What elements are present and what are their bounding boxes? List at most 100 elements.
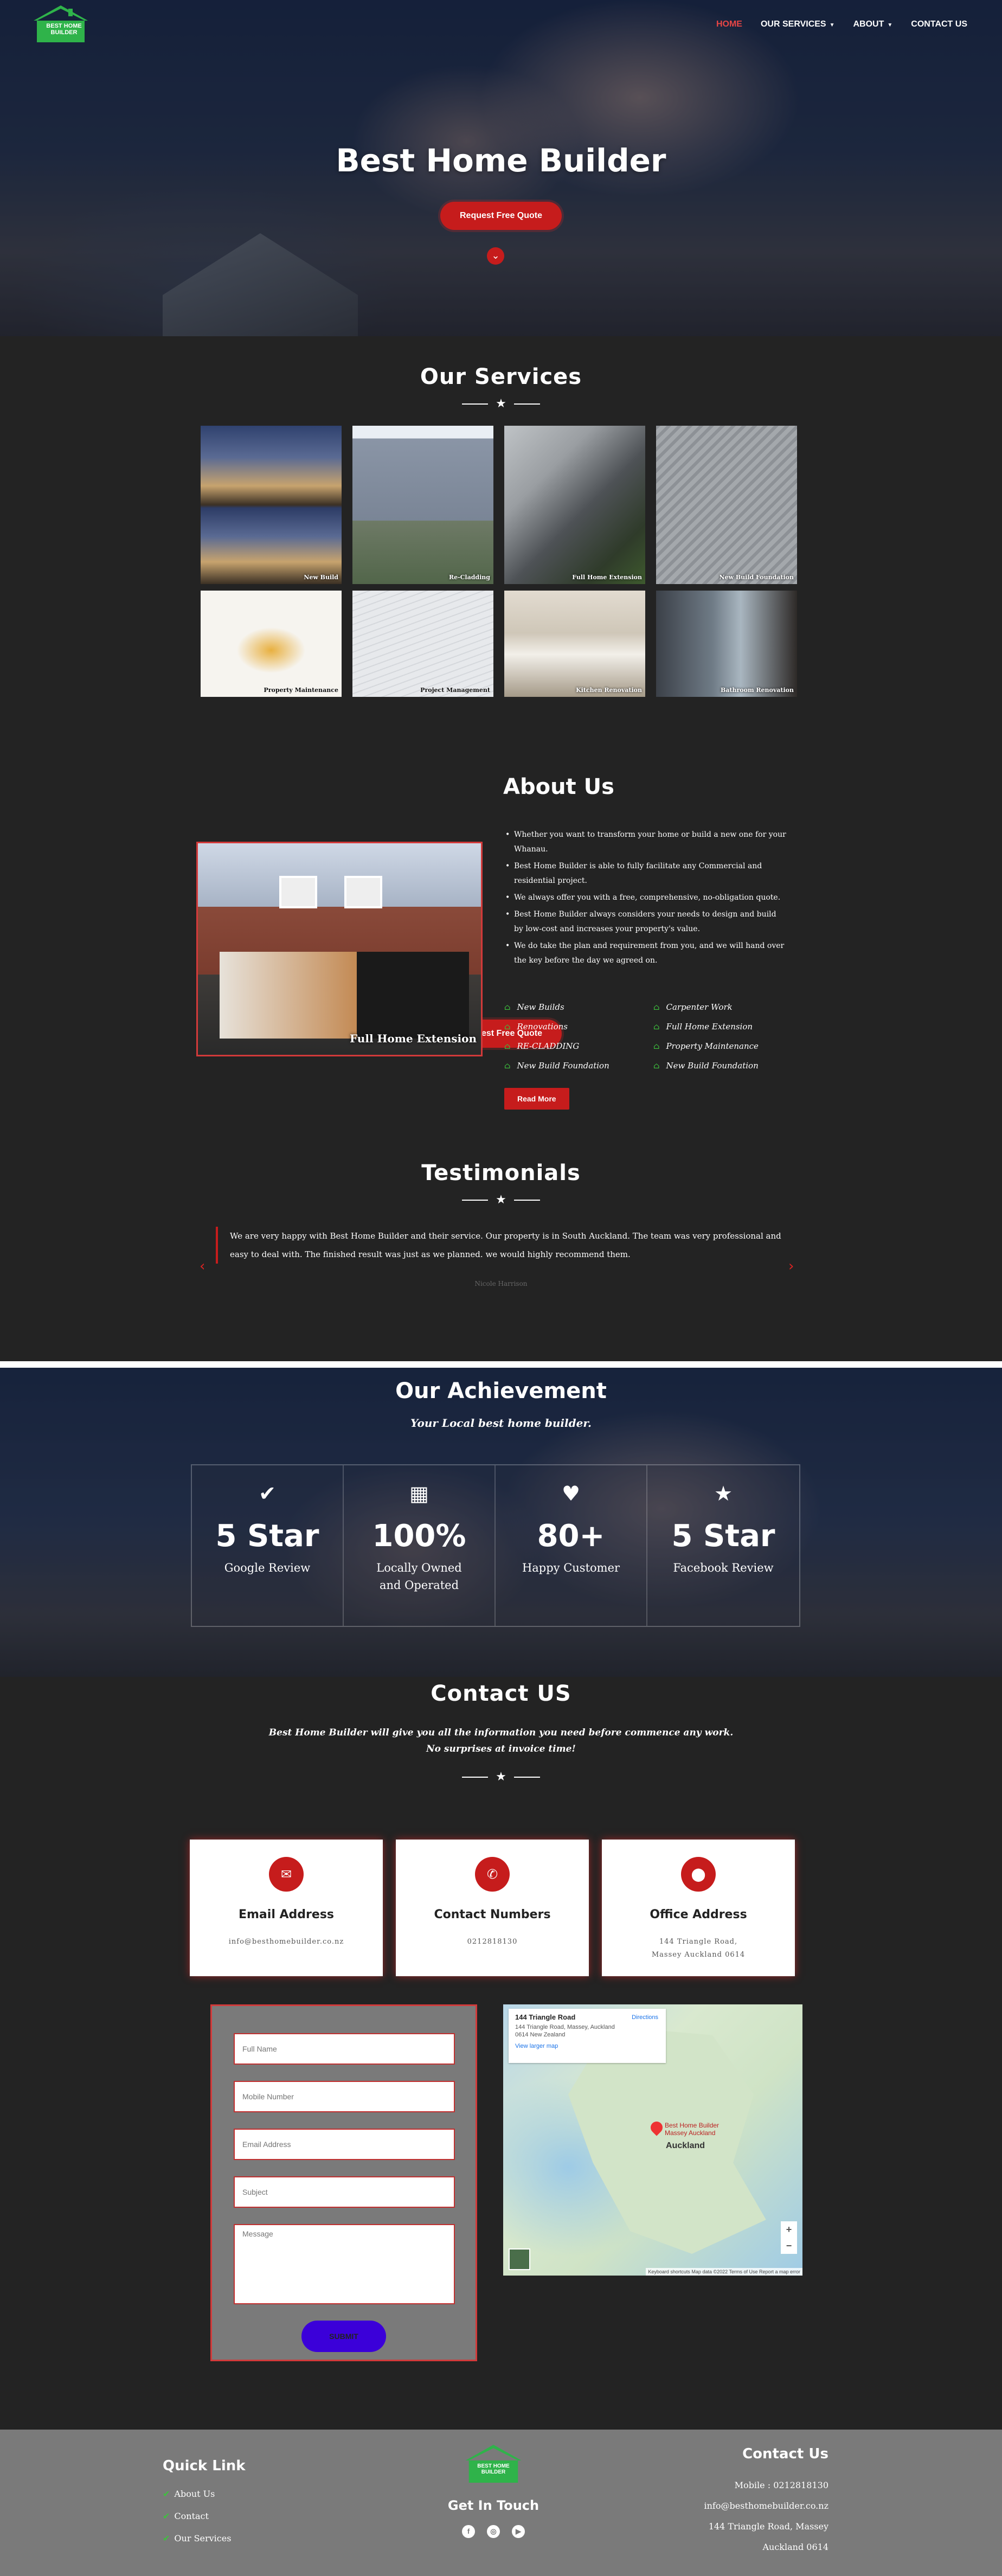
top-navigation: BEST HOME BUILDER HOME OUR SERVICES ▼ ABO… [0, 0, 1002, 54]
map-info-card: 144 Triangle Road 144 Triangle Road, Mas… [509, 2009, 666, 2063]
zoom-in-icon[interactable]: + [781, 2221, 797, 2238]
facebook-icon[interactable]: f [462, 2525, 475, 2538]
footer-link-services[interactable]: ✔ Our Services [163, 2527, 246, 2549]
quick-link-title: Quick Link [163, 2458, 246, 2474]
nav-home-label: HOME [716, 20, 742, 29]
read-more-wrap: Read More [504, 1088, 569, 1110]
contact-title: Contact US [431, 1681, 571, 1706]
directions-link[interactable]: Directions [632, 2014, 658, 2021]
about-title: About Us [503, 774, 614, 799]
youtube-icon[interactable]: ▶ [512, 2525, 525, 2538]
about-bullet: Best Home Builder is able to fully facil… [504, 859, 786, 888]
request-quote-button[interactable]: Request Free Quote [440, 202, 562, 230]
location-pin-icon: ⬤ [681, 1857, 716, 1892]
service-tile-full-home-extension[interactable]: Full Home Extension [504, 426, 645, 584]
services-divider: ★ [0, 398, 1002, 410]
achievement-card: ✔ 5 Star Google Review [192, 1465, 344, 1626]
about-feature-list: ⌂ New Builds ⌂ Carpenter Work ⌂ Renovations… [504, 1002, 792, 1071]
footer-email[interactable]: info@besthomebuilder.co.nz [704, 2496, 828, 2516]
about-bullet: We always offer you with a free, compreh… [504, 890, 786, 905]
service-tile-new-build[interactable]: New Build [201, 426, 342, 584]
nav-home[interactable]: HOME [716, 20, 742, 29]
contact-email-value[interactable]: info@besthomebuilder.co.nz [190, 1936, 383, 1949]
map-pin-label: Best Home Builder Massey Auckland [665, 2122, 720, 2137]
contact-subtitle-line1: Best Home Builder will give you all the … [268, 1727, 734, 1738]
home-icon: ⌂ [653, 1022, 660, 1031]
nav-about-label: ABOUT [853, 20, 884, 29]
home-icon: ⌂ [504, 1041, 511, 1051]
footer-mobile[interactable]: Mobile : 0212818130 [704, 2475, 828, 2496]
site-logo[interactable]: BEST HOME BUILDER [30, 4, 91, 42]
zoom-out-icon[interactable]: − [781, 2238, 797, 2254]
contact-card-heading: Office Address [650, 1908, 747, 1921]
footer-logo[interactable]: BEST HOME BUILDER [462, 2444, 525, 2483]
nav-contact-us[interactable]: CONTACT US [911, 20, 967, 29]
nav-our-services[interactable]: OUR SERVICES ▼ [761, 20, 835, 29]
map-zoom-controls[interactable]: + − [781, 2221, 797, 2254]
feature-item: ⌂ RE-CLADDING [504, 1041, 580, 1051]
view-larger-map-link[interactable]: View larger map [515, 2043, 659, 2049]
service-tile-project-management[interactable]: Project Management [352, 591, 493, 697]
next-arrow-icon[interactable]: › [788, 1258, 794, 1274]
contact-phone-value[interactable]: 0212818130 [396, 1936, 589, 1949]
check-icon: ✔ [163, 2489, 170, 2499]
service-caption: Kitchen Renovation [576, 687, 642, 694]
map-place-address: 144 Triangle Road, Massey, Auckland 0614… [515, 2024, 615, 2038]
achievement-title: Our Achievement [395, 1379, 607, 1404]
read-more-button[interactable]: Read More [504, 1088, 569, 1110]
email-input[interactable] [234, 2129, 455, 2160]
service-tile-property-maintenance[interactable]: Property Maintenance [201, 591, 342, 697]
footer-contact: Contact Us Mobile : 0212818130 info@best… [704, 2446, 828, 2558]
about-bullets: Whether you want to transform your home … [504, 828, 786, 970]
feature-item: ⌂ New Builds [504, 1002, 564, 1012]
testimonial-quote-block: We are very happy with Best Home Builder… [216, 1227, 785, 1264]
service-caption: New Build [304, 574, 338, 581]
footer-center: BEST HOME BUILDER Get In Touch f ◎ ▶ [445, 2444, 542, 2538]
check-icon: ✔ [163, 2511, 170, 2521]
service-tile-kitchen-renovation[interactable]: Kitchen Renovation [504, 591, 645, 697]
home-icon: ⌂ [504, 1002, 511, 1012]
mobile-number-input[interactable] [234, 2081, 455, 2112]
footer-logo-text: BEST HOME BUILDER [477, 2463, 510, 2475]
about-bullet: We do take the plan and requirement from… [504, 939, 786, 968]
message-textarea[interactable] [234, 2224, 455, 2304]
service-tile-new-build-foundation[interactable]: New Build Foundation [656, 426, 797, 584]
achievement-label: Happy Customer [522, 1561, 620, 1574]
achievement-value: 5 Star [215, 1518, 319, 1554]
service-caption: New Build Foundation [719, 574, 794, 581]
achievement-value: 80+ [537, 1518, 605, 1554]
service-tile-bathroom-renovation[interactable]: Bathroom Renovation [656, 591, 797, 697]
check-circle-icon: ✔ [259, 1482, 276, 1505]
footer-link-contact[interactable]: ✔ Contact [163, 2505, 246, 2527]
hero-section: BEST HOME BUILDER HOME OUR SERVICES ▼ ABO… [0, 0, 1002, 336]
home-icon: ⌂ [504, 1022, 511, 1031]
map-satellite-toggle[interactable] [509, 2248, 530, 2270]
instagram-icon[interactable]: ◎ [487, 2525, 500, 2538]
hero-title: Best Home Builder [336, 142, 666, 179]
subject-input[interactable] [234, 2176, 455, 2208]
hero-cta-wrap: Request Free Quote [0, 202, 1002, 230]
nav-about[interactable]: ABOUT ▼ [853, 20, 893, 29]
google-map-embed[interactable]: 144 Triangle Road 144 Triangle Road, Mas… [503, 2004, 802, 2276]
testimonials-title: Testimonials [421, 1161, 581, 1186]
full-name-input[interactable] [234, 2033, 455, 2065]
services-cta-wrap: Request Free Quote [0, 1020, 1002, 1048]
feature-item: ⌂ Carpenter Work [653, 1002, 733, 1012]
chevron-down-circle-icon[interactable]: ⌄ [487, 247, 504, 265]
testimonial-author: Nicole Harrison [474, 1280, 528, 1287]
about-image-caption: Full Home Extension [349, 1032, 477, 1045]
star-icon: ★ [714, 1482, 733, 1505]
contact-card-address: ⬤ Office Address 144 Triangle Road, Mass… [602, 1840, 795, 1976]
testimonials-divider: ★ [0, 1194, 1002, 1206]
contact-card-heading: Contact Numbers [434, 1908, 551, 1921]
achievement-label: Google Review [224, 1561, 311, 1574]
contact-card-heading: Email Address [238, 1908, 335, 1921]
service-tile-re-cladding[interactable]: Re-Cladding [352, 426, 493, 584]
star-icon: ★ [496, 397, 506, 411]
about-bullet: Whether you want to transform your home … [504, 828, 786, 857]
achievement-label: Locally Owned and Operated [376, 1561, 462, 1592]
prev-arrow-icon[interactable]: ‹ [200, 1258, 205, 1274]
submit-button[interactable]: SUBMIT [301, 2321, 386, 2352]
footer-link-about[interactable]: ✔ About Us [163, 2483, 246, 2505]
home-icon: ⌂ [504, 1061, 511, 1071]
